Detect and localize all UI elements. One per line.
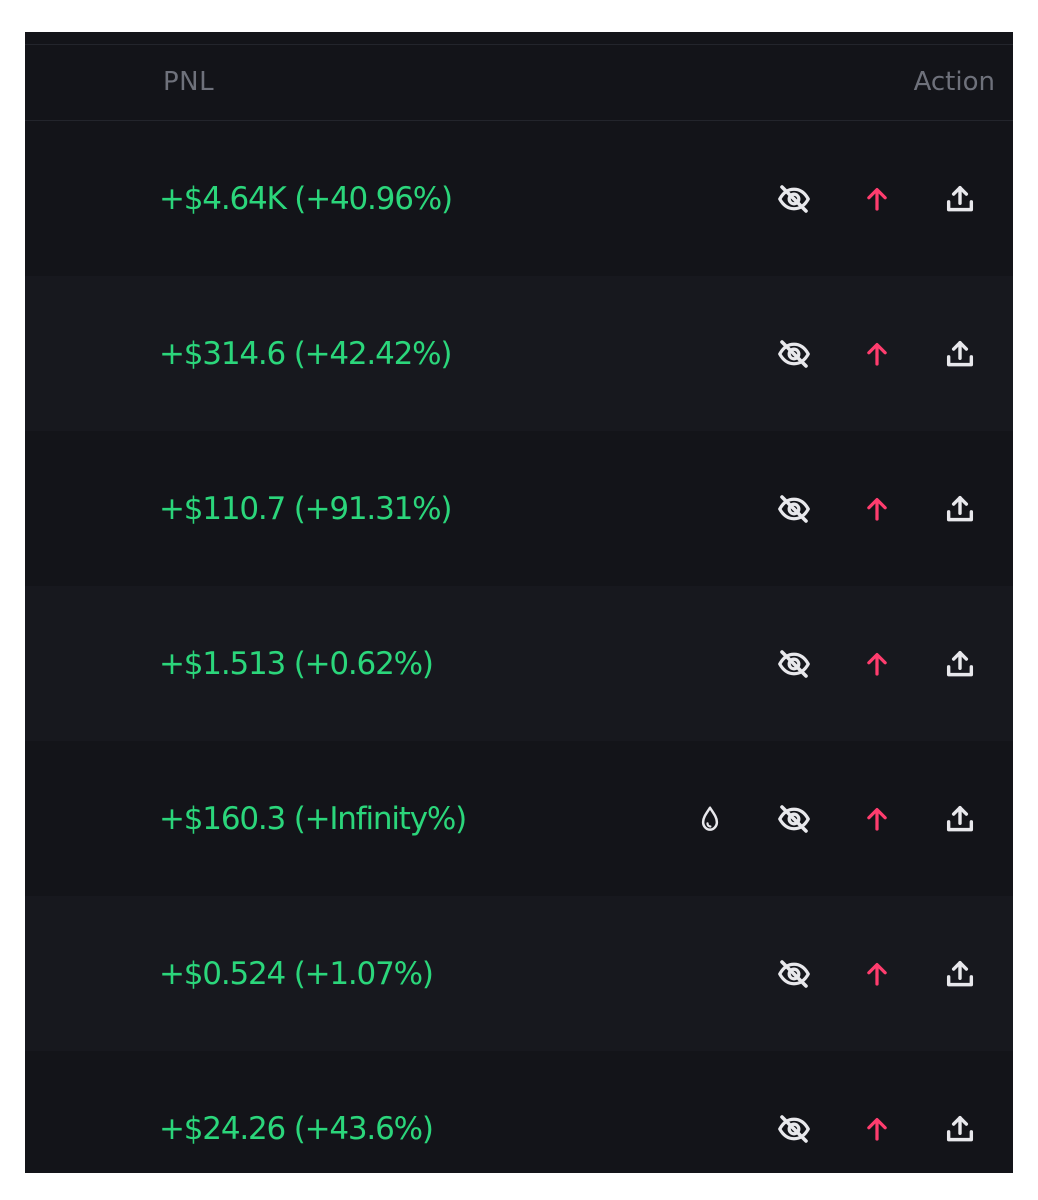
hide-icon[interactable]: [774, 799, 814, 839]
pnl-value: +$4.64K (+40.96%): [159, 180, 453, 217]
share-icon[interactable]: [940, 489, 980, 529]
table-row: +$160.3 (+Infinity%): [25, 741, 1013, 896]
pnl-value: +$24.26 (+43.6%): [159, 1110, 434, 1147]
column-header-action: Action: [913, 67, 995, 97]
share-icon[interactable]: [940, 179, 980, 219]
share-icon[interactable]: [940, 954, 980, 994]
table-row: +$0.524 (+1.07%): [25, 896, 1013, 1051]
arrow-up-icon[interactable]: [857, 334, 897, 374]
arrow-up-icon[interactable]: [857, 644, 897, 684]
hide-icon[interactable]: [774, 954, 814, 994]
share-icon[interactable]: [940, 334, 980, 374]
drop-icon[interactable]: [690, 799, 730, 839]
pnl-value: +$160.3 (+Infinity%): [159, 800, 467, 837]
table-row: +$110.7 (+91.31%): [25, 431, 1013, 586]
share-icon[interactable]: [940, 644, 980, 684]
pnl-value: +$0.524 (+1.07%): [159, 955, 434, 992]
arrow-up-icon[interactable]: [857, 1109, 897, 1149]
table-header: PNL Action: [25, 45, 1013, 120]
pnl-value: +$314.6 (+42.42%): [159, 335, 452, 372]
hide-icon[interactable]: [774, 489, 814, 529]
pnl-value: +$1.513 (+0.62%): [159, 645, 434, 682]
hide-icon[interactable]: [774, 644, 814, 684]
pnl-value: +$110.7 (+91.31%): [159, 490, 452, 527]
arrow-up-icon[interactable]: [857, 954, 897, 994]
positions-table: PNL Action +$4.64K (+40.96%) +$314.6 (+4…: [25, 32, 1013, 1173]
table-row: +$314.6 (+42.42%): [25, 276, 1013, 431]
share-icon[interactable]: [940, 1109, 980, 1149]
hide-icon[interactable]: [774, 334, 814, 374]
table-body: +$4.64K (+40.96%) +$314.6 (+42.42%) +$11…: [25, 121, 1013, 1173]
hide-icon[interactable]: [774, 179, 814, 219]
arrow-up-icon[interactable]: [857, 799, 897, 839]
table-row: +$24.26 (+43.6%): [25, 1051, 1013, 1173]
hide-icon[interactable]: [774, 1109, 814, 1149]
table-row: +$4.64K (+40.96%): [25, 121, 1013, 276]
arrow-up-icon[interactable]: [857, 179, 897, 219]
arrow-up-icon[interactable]: [857, 489, 897, 529]
share-icon[interactable]: [940, 799, 980, 839]
table-row: +$1.513 (+0.62%): [25, 586, 1013, 741]
column-header-pnl: PNL: [163, 67, 215, 97]
